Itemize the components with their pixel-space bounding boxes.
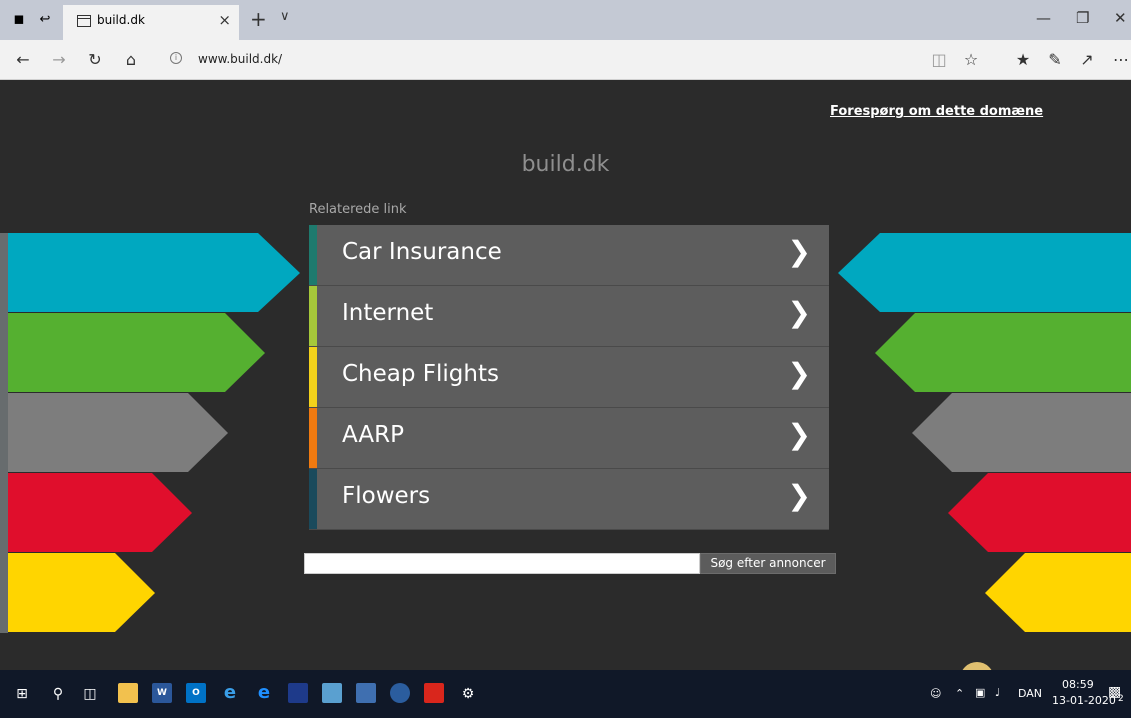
left-arrow-cyan [8, 233, 300, 312]
link-color-bar [309, 469, 317, 529]
app-icon-ess[interactable] [390, 683, 410, 703]
related-links-list: Car Insurance ❯ Internet ❯ Cheap Flights… [309, 225, 829, 530]
minimize-button[interactable]: — [1036, 9, 1051, 27]
chevron-right-icon: ❯ [787, 418, 811, 451]
tab-actions-icon[interactable]: ◼ [10, 11, 28, 29]
set-aside-tabs-icon[interactable]: ↩ [36, 11, 54, 29]
close-window-button[interactable]: ✕ [1114, 9, 1127, 27]
more-menu-icon[interactable]: ⋯ [1110, 50, 1131, 69]
clock-time[interactable]: 08:59 [1062, 678, 1094, 691]
back-icon[interactable]: ← [12, 50, 34, 69]
chevron-right-icon: ❯ [787, 296, 811, 329]
related-links-label: Relaterede link [309, 202, 407, 217]
tab-build-dk[interactable]: build.dk × [63, 5, 239, 40]
forward-icon[interactable]: → [48, 50, 70, 69]
app-icon-pen[interactable] [356, 683, 376, 703]
related-link-aarp[interactable]: AARP ❯ [309, 408, 829, 469]
left-arrow-red [8, 473, 192, 552]
settings-gear-icon[interactable]: ⚙ [458, 684, 478, 704]
link-color-bar [309, 225, 317, 285]
left-arrow-gray [8, 393, 228, 472]
title-bar: ◼ ↩ build.dk × + ∨ — ❐ ✕ [0, 0, 1131, 40]
ad-search-input[interactable] [304, 553, 700, 574]
link-color-bar [309, 286, 317, 346]
tab-close-button[interactable]: × [218, 11, 231, 29]
task-view-icon[interactable]: ◫ [80, 684, 100, 704]
pen-icon[interactable]: ✎ [1044, 50, 1066, 69]
link-color-bar [309, 408, 317, 468]
link-label: Car Insurance [342, 239, 502, 265]
windows-start-icon[interactable]: ⊞ [12, 684, 32, 704]
right-arrow-gray [912, 393, 1131, 472]
right-arrow-red [948, 473, 1131, 552]
tray-chevron-up-icon[interactable]: ⌃ [955, 687, 964, 700]
right-arrow-yellow [985, 553, 1131, 632]
favorite-star-icon[interactable]: ☆ [960, 50, 982, 69]
url-field[interactable]: i www.build.dk/ [160, 46, 960, 74]
app-icon-blue-square[interactable] [288, 683, 308, 703]
restore-button[interactable]: ❐ [1076, 9, 1089, 27]
link-label: Internet [342, 300, 434, 326]
related-link-car-insurance[interactable]: Car Insurance ❯ [309, 225, 829, 286]
people-icon[interactable]: ☺ [930, 687, 941, 700]
app-icon-globe[interactable] [322, 683, 342, 703]
internet-explorer-icon[interactable]: e [220, 683, 240, 703]
outlook-icon[interactable]: O [186, 683, 206, 703]
left-arrow-green [8, 313, 265, 392]
network-icon[interactable]: ▣ [975, 686, 985, 699]
search-icon[interactable]: ⚲ [48, 684, 68, 704]
ad-search-button[interactable]: Søg efter annoncer [700, 553, 836, 574]
chevron-right-icon: ❯ [787, 235, 811, 268]
refresh-icon[interactable]: ↻ [84, 50, 106, 69]
url-text: www.build.dk/ [198, 52, 283, 66]
link-color-bar [309, 347, 317, 407]
taskbar: ⊞ ⚲ ◫ W O e e ⚙ ☺ ⌃ ▣ ♩ DAN 08:59 13-01-… [0, 670, 1131, 718]
link-label: Cheap Flights [342, 361, 499, 387]
notification-count-badge: 2 [1118, 694, 1124, 704]
acrobat-icon[interactable] [424, 683, 444, 703]
related-link-cheap-flights[interactable]: Cheap Flights ❯ [309, 347, 829, 408]
domain-title: build.dk [521, 152, 610, 177]
link-label: AARP [342, 422, 404, 448]
link-label: Flowers [342, 483, 431, 509]
right-arrow-green [875, 313, 1131, 392]
page-content: Forespørg om dette domæne build.dk Relat… [0, 80, 1131, 670]
tab-menu-chevron-icon[interactable]: ∨ [280, 9, 290, 24]
favorites-hub-icon[interactable]: ★ [1012, 50, 1034, 69]
clock-date[interactable]: 13-01-2020 [1052, 694, 1116, 707]
tab-title: build.dk [97, 13, 145, 27]
chevron-right-icon: ❯ [787, 479, 811, 512]
file-explorer-icon[interactable] [118, 683, 138, 703]
related-link-flowers[interactable]: Flowers ❯ [309, 469, 829, 530]
inquire-domain-link[interactable]: Forespørg om dette domæne [830, 104, 1043, 119]
chevron-right-icon: ❯ [787, 357, 811, 390]
edge-icon[interactable]: e [254, 683, 274, 703]
home-icon[interactable]: ⌂ [120, 50, 142, 69]
page-icon [77, 15, 91, 27]
share-icon[interactable]: ↗ [1076, 50, 1098, 69]
right-arrow-cyan [838, 233, 1131, 312]
info-icon[interactable]: i [170, 52, 182, 64]
related-link-internet[interactable]: Internet ❯ [309, 286, 829, 347]
volume-icon[interactable]: ♩ [995, 686, 1000, 699]
new-tab-button[interactable]: + [250, 7, 267, 31]
address-bar: ← → ↻ ⌂ i www.build.dk/ ◫ ☆ ★ ✎ ↗ ⋯ [0, 40, 1131, 80]
reading-view-icon[interactable]: ◫ [928, 50, 950, 69]
word-icon[interactable]: W [152, 683, 172, 703]
left-arrow-yellow [8, 553, 155, 632]
language-indicator[interactable]: DAN [1018, 687, 1042, 700]
